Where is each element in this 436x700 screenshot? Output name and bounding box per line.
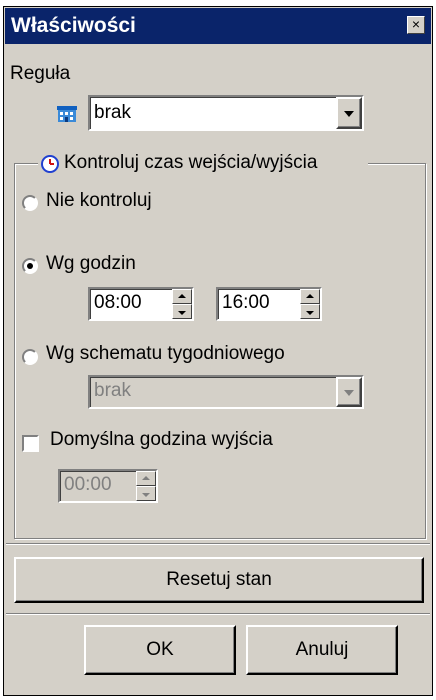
- rule-select[interactable]: brak: [88, 95, 364, 131]
- time-to-spin-down[interactable]: [300, 304, 320, 319]
- spin-down-icon: [306, 310, 314, 315]
- spin-down-icon: [178, 310, 186, 315]
- spin-up-icon: [306, 293, 314, 298]
- group-legend: Kontroluj czas wejścia/wyjścia: [38, 150, 368, 176]
- weekly-dropdown-button[interactable]: [336, 377, 362, 407]
- weekly-schema-select[interactable]: brak: [88, 375, 364, 409]
- time-to-input[interactable]: 16:00: [216, 287, 322, 321]
- radio-by-hours[interactable]: [22, 258, 38, 274]
- default-exit-checkbox[interactable]: [22, 435, 39, 452]
- title-bar[interactable]: Właściwości ×: [5, 8, 431, 44]
- rule-label: Reguła: [10, 63, 71, 84]
- radio-weekly-schema[interactable]: [22, 349, 38, 365]
- radio-no-control[interactable]: [22, 195, 38, 211]
- group-title: Kontroluj czas wejścia/wyjścia: [64, 152, 318, 173]
- rule-dropdown-button[interactable]: [336, 97, 362, 129]
- time-to-spin-up[interactable]: [300, 289, 320, 304]
- properties-dialog: Właściwości × Reguła brak Kontroluj czas…: [3, 6, 433, 696]
- close-icon: ×: [411, 16, 421, 32]
- separator: [6, 543, 430, 545]
- time-from-input[interactable]: 08:00: [88, 287, 194, 321]
- rule-select-value: brak: [94, 102, 131, 123]
- chevron-down-icon: [344, 390, 354, 396]
- spin-up-icon: [142, 475, 150, 480]
- ok-button[interactable]: OK: [84, 625, 236, 675]
- default-exit-spin-down[interactable]: [136, 486, 156, 501]
- cancel-label: Anuluj: [295, 639, 349, 660]
- radio-dot: [27, 263, 33, 269]
- spin-down-icon: [142, 492, 150, 497]
- radio-weekly-schema-label: Wg schematu tygodniowego: [46, 343, 285, 364]
- close-button[interactable]: ×: [407, 16, 425, 34]
- cancel-button[interactable]: Anuluj: [246, 625, 398, 675]
- default-exit-time-value: 00:00: [64, 474, 112, 495]
- time-to-value: 16:00: [222, 292, 270, 313]
- reset-state-label: Resetuj stan: [166, 569, 272, 590]
- time-from-spin-up[interactable]: [172, 289, 192, 304]
- radio-by-hours-label: Wg godzin: [46, 253, 136, 274]
- default-exit-spin-up[interactable]: [136, 471, 156, 486]
- weekly-schema-value: brak: [94, 380, 131, 401]
- default-exit-label: Domyślna godzina wyjścia: [50, 429, 273, 450]
- time-from-spin-down[interactable]: [172, 304, 192, 319]
- ok-label: OK: [146, 639, 174, 660]
- clock-icon: [41, 155, 59, 173]
- time-from-value: 08:00: [94, 292, 142, 313]
- reset-state-button[interactable]: Resetuj stan: [14, 557, 424, 603]
- separator: [6, 613, 430, 615]
- default-exit-time-input[interactable]: 00:00: [58, 469, 158, 503]
- chevron-down-icon: [344, 111, 354, 117]
- building-icon: [57, 106, 77, 122]
- window-title: Właściwości: [11, 14, 136, 37]
- spin-up-icon: [178, 293, 186, 298]
- radio-no-control-label: Nie kontroluj: [46, 190, 152, 211]
